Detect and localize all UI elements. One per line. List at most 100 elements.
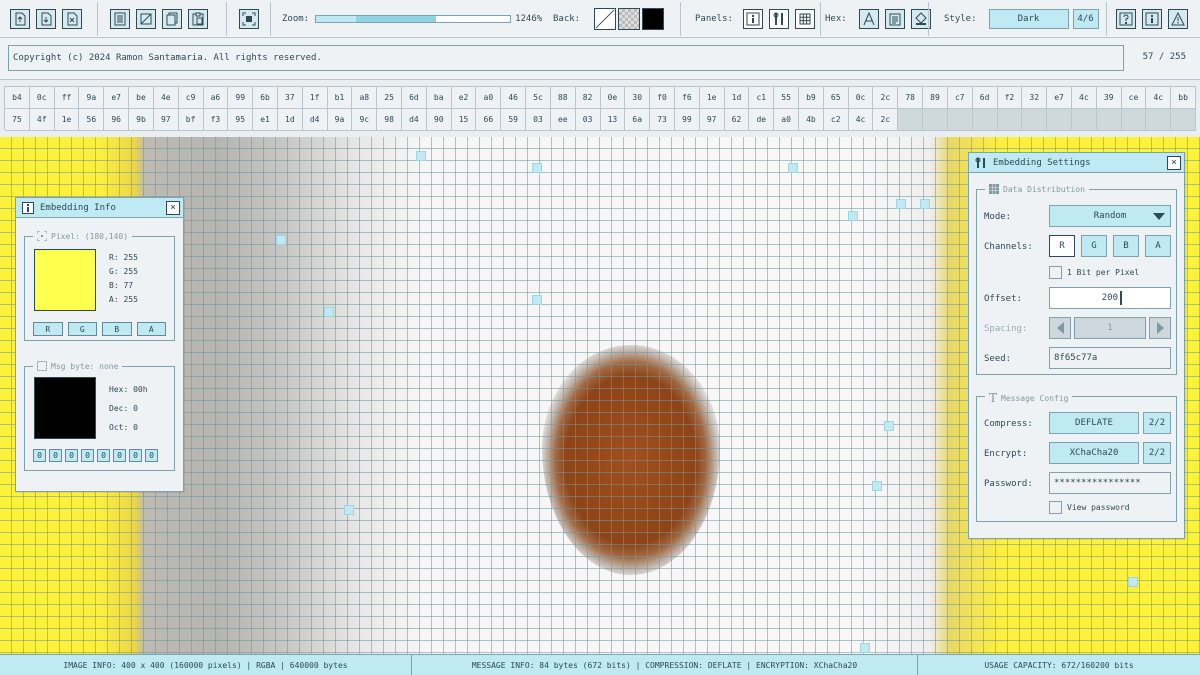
spacing-decrement-button[interactable] <box>1049 317 1071 339</box>
hex-byte-cell[interactable]: 59 <box>501 109 527 131</box>
hex-byte-cell[interactable]: e1 <box>253 109 278 131</box>
crop-icon[interactable] <box>136 9 156 29</box>
hex-byte-cell[interactable]: 37 <box>277 87 303 109</box>
hex-byte-cell[interactable]: be <box>129 87 154 109</box>
hex-byte-cell[interactable]: 4c <box>1071 87 1097 109</box>
hex-byte-cell[interactable]: 9a <box>79 87 105 109</box>
copy-icon[interactable] <box>162 9 182 29</box>
offset-input[interactable]: 200 <box>1049 287 1171 309</box>
seed-input[interactable]: 8f65c77a <box>1049 347 1171 369</box>
zoom-slider[interactable] <box>315 15 512 23</box>
hex-byte-cell[interactable]: e7 <box>1047 87 1072 109</box>
tools-icon[interactable] <box>768 9 789 29</box>
hex-byte-cell[interactable]: 2c <box>873 87 899 109</box>
hex-byte-cell[interactable]: 32 <box>1022 87 1048 109</box>
hex-byte-cell[interactable]: 6b <box>253 87 278 109</box>
hex-byte-cell[interactable]: 39 <box>1096 87 1122 109</box>
info-icon[interactable] <box>742 9 763 29</box>
background-checker-swatch[interactable] <box>618 8 641 30</box>
hex-byte-cell[interactable]: f0 <box>650 87 675 109</box>
hex-byte-cell[interactable]: 9b <box>129 109 154 131</box>
hex-byte-cell[interactable]: 65 <box>823 87 849 109</box>
hex-byte-cell[interactable]: 4e <box>153 87 179 109</box>
hex-byte-cell[interactable]: 89 <box>923 87 948 109</box>
background-none-swatch[interactable] <box>594 8 617 30</box>
hex-byte-cell[interactable]: 88 <box>550 87 576 109</box>
paste-icon[interactable] <box>188 9 208 29</box>
hex-byte-cell[interactable]: a8 <box>352 87 378 109</box>
compress-select[interactable]: DEFLATE <box>1049 412 1139 434</box>
hex-byte-cell[interactable]: 13 <box>600 109 626 131</box>
hex-byte-cell[interactable]: 1e <box>699 87 725 109</box>
spacing-input[interactable]: 1 <box>1074 317 1146 339</box>
hex-byte-cell[interactable]: 4f <box>29 109 55 131</box>
warning-icon[interactable] <box>1168 9 1188 29</box>
pixel-channel-r-button[interactable]: R <box>33 322 63 336</box>
hex-byte-cell[interactable]: 0e <box>600 87 626 109</box>
hex-byte-cell[interactable]: b4 <box>5 87 30 109</box>
help-icon[interactable] <box>1116 9 1136 29</box>
hex-byte-cell[interactable]: c1 <box>749 87 775 109</box>
hex-byte-cell[interactable]: 1f <box>302 87 328 109</box>
hex-byte-cell[interactable]: 75 <box>5 109 30 131</box>
hex-byte-cell[interactable]: e7 <box>104 87 130 109</box>
hex-byte-cell[interactable]: 6d <box>972 87 998 109</box>
hex-byte-cell[interactable]: 0c <box>848 87 874 109</box>
compress-cycle-button[interactable]: 2/2 <box>1143 412 1171 434</box>
hex-byte-cell[interactable]: 66 <box>476 109 502 131</box>
hex-byte-cell[interactable]: 95 <box>228 109 254 131</box>
hex-byte-cell[interactable]: 2c <box>873 109 899 131</box>
encrypt-select[interactable]: XChaCha20 <box>1049 442 1139 464</box>
about-icon[interactable] <box>1142 9 1162 29</box>
hex-byte-cell[interactable]: 82 <box>575 87 601 109</box>
channel-r-toggle[interactable]: R <box>1049 235 1075 257</box>
hex-byte-cell[interactable]: 55 <box>774 87 799 109</box>
hex-byte-cell[interactable]: 99 <box>674 109 700 131</box>
hex-byte-cell[interactable]: a6 <box>203 87 229 109</box>
hex-byte-cell[interactable]: c7 <box>947 87 973 109</box>
hex-byte-cell[interactable]: 4c <box>848 109 874 131</box>
paste-text-icon[interactable] <box>884 9 905 29</box>
hex-byte-cell[interactable]: f3 <box>203 109 229 131</box>
view-password-checkbox[interactable] <box>1049 501 1062 514</box>
hex-byte-cell[interactable]: 1d <box>277 109 303 131</box>
font-icon[interactable] <box>858 9 879 29</box>
pixel-channel-a-button[interactable]: A <box>136 322 166 336</box>
hex-byte-cell[interactable]: 97 <box>153 109 179 131</box>
hex-byte-cell[interactable]: c2 <box>823 109 849 131</box>
hex-byte-cell[interactable]: 99 <box>228 87 254 109</box>
hex-byte-cell[interactable]: 30 <box>625 87 651 109</box>
encrypt-cycle-button[interactable]: 2/2 <box>1143 442 1171 464</box>
hex-byte-cell[interactable]: 62 <box>724 109 750 131</box>
channel-b-toggle[interactable]: B <box>1113 235 1139 257</box>
channel-g-toggle[interactable]: G <box>1081 235 1107 257</box>
hex-byte-cell[interactable]: 6d <box>402 87 427 109</box>
hex-byte-cell[interactable]: ff <box>54 87 80 109</box>
style-cycle-button[interactable]: 4/6 <box>1072 9 1099 29</box>
bit-per-pixel-checkbox[interactable] <box>1049 266 1062 279</box>
hex-byte-cell[interactable]: 4b <box>799 109 824 131</box>
hex-byte-cell[interactable]: e2 <box>451 87 477 109</box>
hex-byte-cell[interactable]: 73 <box>650 109 675 131</box>
hex-byte-cell[interactable]: 4c <box>1146 87 1172 109</box>
background-black-swatch[interactable] <box>642 8 665 30</box>
hex-byte-cell[interactable]: a0 <box>774 109 799 131</box>
hex-byte-cell[interactable]: d4 <box>402 109 427 131</box>
hex-byte-cell[interactable]: d4 <box>302 109 328 131</box>
hex-byte-cell[interactable]: a0 <box>476 87 502 109</box>
hex-byte-cell[interactable]: 0c <box>29 87 55 109</box>
hex-byte-cell[interactable]: f6 <box>674 87 700 109</box>
close-icon[interactable]: × <box>1167 156 1181 170</box>
password-input[interactable]: **************** <box>1049 472 1171 494</box>
hex-byte-cell[interactable]: c9 <box>178 87 204 109</box>
hex-byte-cell[interactable]: 90 <box>426 109 452 131</box>
channel-a-toggle[interactable]: A <box>1145 235 1171 257</box>
hex-byte-cell[interactable]: 15 <box>451 109 477 131</box>
hex-byte-cell[interactable]: 9a <box>327 109 353 131</box>
mode-select[interactable]: Random <box>1049 205 1171 227</box>
pixel-channel-g-button[interactable]: G <box>67 322 97 336</box>
upload-icon[interactable] <box>10 9 30 29</box>
file-x-icon[interactable] <box>62 9 82 29</box>
pixel-channel-b-button[interactable]: B <box>102 322 132 336</box>
hex-byte-cell[interactable]: 96 <box>104 109 130 131</box>
